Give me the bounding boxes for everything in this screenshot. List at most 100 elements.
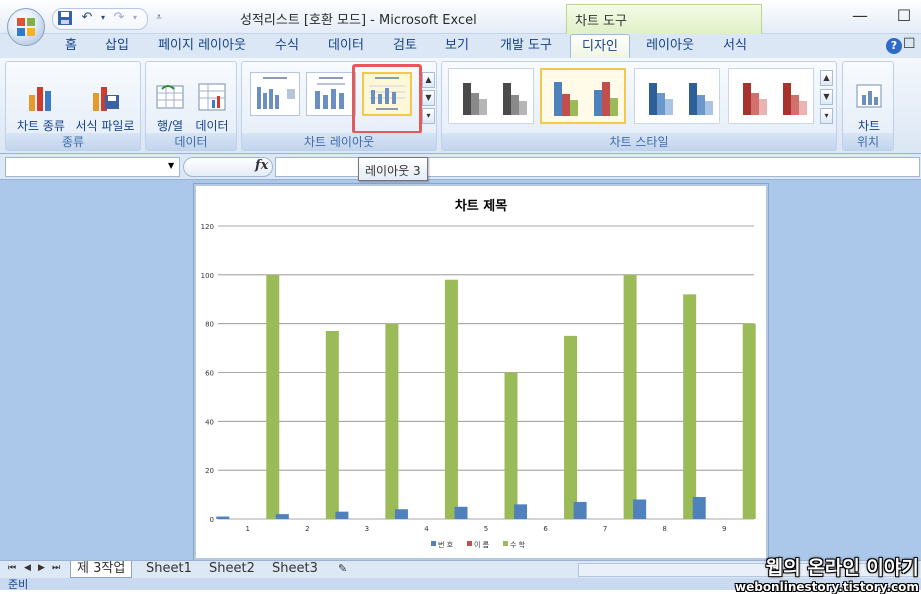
- bar: [325, 330, 339, 519]
- bar: [742, 323, 756, 519]
- legend-label: 이 름: [474, 540, 490, 549]
- y-tick-label: 40: [205, 418, 214, 426]
- window-title: 성적리스트 [호환 모드] - Microsoft Excel: [240, 13, 477, 28]
- prev-sheet-icon[interactable]: ◀: [24, 563, 31, 573]
- watermark: 웹의 온라인 이야기 webonlinestory.tistory.com: [735, 553, 919, 594]
- legend-swatch: [431, 541, 436, 546]
- x-tick-label: 3: [365, 525, 369, 533]
- customize-qat-icon[interactable]: ⩡: [150, 10, 168, 26]
- y-tick-label: 60: [205, 370, 214, 378]
- tab-home[interactable]: 홈: [56, 34, 86, 58]
- formula-bar: ▼ fx: [0, 154, 921, 180]
- select-data-icon: [198, 83, 226, 111]
- tab-design[interactable]: 디자인: [570, 34, 630, 59]
- sheet-tab-sheet2[interactable]: Sheet2: [203, 561, 261, 578]
- watermark-title: 웹의 온라인 이야기: [765, 557, 919, 579]
- y-tick-label: 20: [205, 467, 214, 475]
- group-chart-styles-label: 차트 스타일: [442, 133, 836, 150]
- bar: [216, 516, 230, 519]
- office-button[interactable]: [7, 8, 45, 46]
- redo-dropdown-icon[interactable]: ▾: [126, 10, 144, 26]
- bar: [335, 511, 349, 519]
- style-scroll-up-icon[interactable]: ▲: [820, 70, 833, 86]
- switch-row-column-icon: [156, 85, 184, 109]
- bar: [385, 323, 399, 519]
- tab-view[interactable]: 보기: [436, 34, 478, 58]
- y-tick-label: 120: [201, 223, 214, 231]
- tab-format[interactable]: 서식: [714, 34, 756, 58]
- help-icon[interactable]: ?: [886, 38, 902, 54]
- x-tick-label: 7: [603, 525, 607, 533]
- tab-insert[interactable]: 삽입: [96, 34, 138, 58]
- x-tick-label: 8: [662, 525, 666, 533]
- bar: [275, 514, 289, 519]
- bar: [454, 506, 468, 519]
- tab-layout[interactable]: 레이아웃: [638, 34, 702, 58]
- bar: [623, 274, 637, 519]
- bar: [573, 501, 587, 519]
- y-tick-label: 80: [205, 321, 214, 329]
- group-data: 행/열 전환 데이터 선택 데이터: [145, 61, 237, 151]
- group-type-label: 종류: [6, 133, 140, 150]
- group-location-label: 위치: [843, 133, 893, 150]
- legend-label: 수 학: [510, 540, 526, 549]
- chart-svg: 차트 제목 0 20 40 60 80 100 120 1 2 3 4 5 6 7 8 9 번 호 이 름 수 학: [201, 198, 756, 549]
- next-sheet-icon[interactable]: ▶: [38, 563, 45, 573]
- chart-layout-2-thumbnail[interactable]: [306, 72, 356, 116]
- legend-label: 번 호: [438, 540, 454, 549]
- ribbon-restore-icon[interactable]: ☐: [903, 36, 916, 52]
- sheet-tab-sheet3[interactable]: Sheet3: [266, 561, 324, 578]
- bar: [394, 509, 408, 519]
- insert-function-icon[interactable]: fx: [255, 158, 268, 173]
- chart-style-4-thumbnail[interactable]: [728, 68, 814, 124]
- legend-swatch: [503, 541, 508, 546]
- tab-page-layout[interactable]: 페이지 레이아웃: [150, 34, 254, 58]
- style-scroll-down-icon[interactable]: ▼: [820, 89, 833, 105]
- x-tick-label: 5: [484, 525, 488, 533]
- layout-scroll-down-icon[interactable]: ▼: [422, 90, 435, 106]
- name-box-dropdown-icon[interactable]: ▼: [168, 161, 174, 170]
- maximize-icon[interactable]: ☐: [892, 6, 916, 28]
- x-tick-label: 6: [543, 525, 548, 533]
- bar: [564, 335, 578, 519]
- first-sheet-icon[interactable]: ⏮: [8, 563, 16, 573]
- group-type: 차트 종류 변경 서식 파일로 저장 종류: [5, 61, 141, 151]
- tab-developer[interactable]: 개발 도구: [490, 34, 562, 58]
- minimize-icon[interactable]: —: [848, 6, 872, 28]
- chart-tools-context-label: 차트 도구: [566, 4, 762, 34]
- x-tick-label: 2: [305, 525, 309, 533]
- bar: [514, 504, 528, 519]
- style-more-icon[interactable]: ▾: [820, 108, 833, 124]
- layout-scroll-up-icon[interactable]: ▲: [422, 72, 435, 88]
- last-sheet-icon[interactable]: ⏭: [52, 563, 60, 573]
- chart-style-3-thumbnail[interactable]: [634, 68, 720, 124]
- name-box[interactable]: [5, 157, 180, 177]
- chart-title: 차트 제목: [455, 198, 507, 214]
- y-tick-label: 0: [210, 516, 214, 524]
- chart-style-1-thumbnail[interactable]: [448, 68, 534, 124]
- layout-more-icon[interactable]: ▾: [422, 108, 435, 124]
- x-tick-label: 1: [246, 525, 250, 533]
- chart-style-2-thumbnail[interactable]: [540, 68, 626, 124]
- x-tick-label: 4: [424, 525, 429, 533]
- bar: [504, 372, 518, 519]
- bar: [692, 497, 706, 519]
- group-chart-layouts-label: 차트 레이아웃: [242, 133, 436, 150]
- bar: [633, 499, 647, 519]
- chart-layout-1-thumbnail[interactable]: [250, 72, 300, 116]
- y-tick-label: 100: [201, 272, 214, 280]
- save-icon[interactable]: [56, 10, 74, 26]
- tab-data[interactable]: 데이터: [320, 34, 372, 58]
- tab-formulas[interactable]: 수식: [266, 34, 308, 58]
- ribbon: 차트 종류 변경 서식 파일로 저장 종류 행/열 전환 데이터 선택 데이터: [0, 58, 921, 154]
- bar: [444, 279, 458, 519]
- sheet-tab-sheet1[interactable]: Sheet1: [140, 561, 198, 578]
- watermark-url: webonlinestory.tistory.com: [735, 580, 919, 594]
- save-template-icon: [93, 87, 119, 111]
- chart-area[interactable]: 차트 제목 0 20 40 60 80 100 120 1 2 3 4 5 6 7 8 9 번 호 이 름 수 학: [193, 183, 769, 561]
- office-logo-icon: [17, 18, 35, 36]
- insert-sheet-icon[interactable]: ✎: [332, 561, 353, 578]
- tab-review[interactable]: 검토: [384, 34, 426, 58]
- bar: [683, 294, 697, 519]
- sheet-tab-chart[interactable]: 제 3작업: [70, 561, 133, 578]
